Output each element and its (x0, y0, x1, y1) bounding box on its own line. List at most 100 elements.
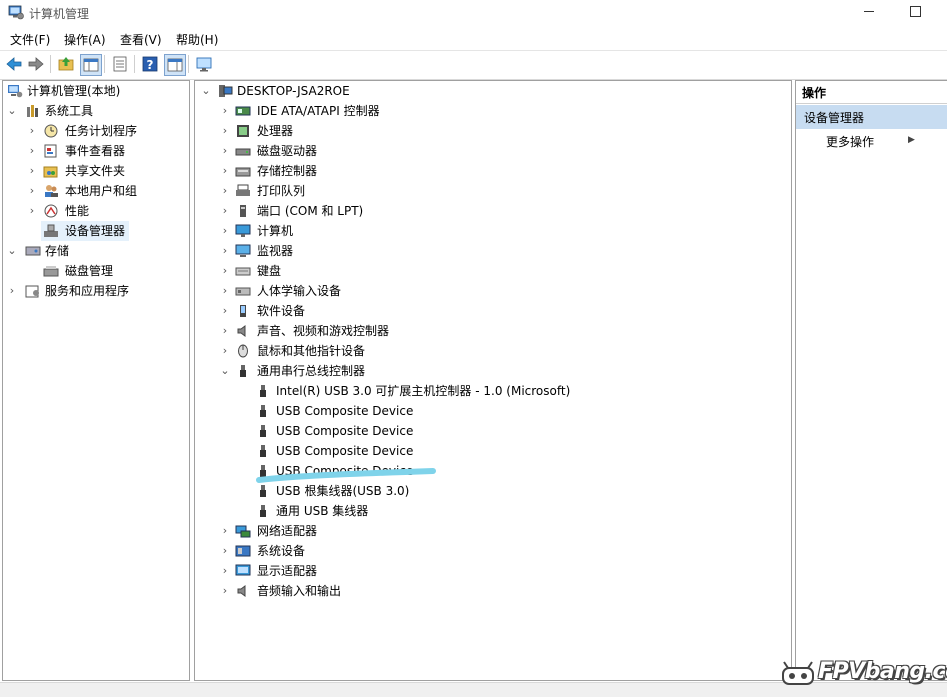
actions-section-device-manager[interactable]: 设备管理器 (796, 105, 947, 129)
users-icon (45, 185, 58, 197)
console-tree-pane: 计算机管理(本地) ⌄ 系统工具 › 任务计划程序 › 事件查看器 › 共享文件… (2, 80, 190, 681)
watermark: FPVbang.com (778, 656, 947, 692)
device-category-label: 人体学输入设备 (257, 284, 342, 298)
menu-help[interactable]: 帮助(H) (176, 31, 218, 48)
tree-item-shared-folders[interactable]: › 共享文件夹 (3, 161, 189, 181)
tree-item-services-apps[interactable]: › 服务和应用程序 (3, 281, 189, 301)
chevron-right-icon[interactable]: › (27, 121, 37, 141)
tree-item-storage[interactable]: ⌄ 存储 (3, 241, 189, 261)
tree-item-local-users[interactable]: › 本地用户和组 (3, 181, 189, 201)
chevron-right-icon[interactable]: › (27, 141, 37, 161)
device-category[interactable]: › 音频输入和输出 (195, 581, 785, 601)
chevron-right-icon[interactable]: › (220, 181, 230, 201)
forward-arrow-icon[interactable] (26, 54, 46, 74)
device-manager-icon (44, 224, 58, 237)
usb-device-icon (260, 385, 266, 397)
device-category[interactable]: › IDE ATA/ATAPI 控制器 (195, 101, 785, 121)
disk-drive-icon (235, 148, 251, 156)
chevron-right-icon[interactable]: › (220, 141, 230, 161)
device-category[interactable]: › 声音、视频和游戏控制器 (195, 321, 785, 341)
chevron-right-icon[interactable]: › (27, 201, 37, 221)
device-category[interactable]: › 存储控制器 (195, 161, 785, 181)
tree-item-performance[interactable]: › 性能 (3, 201, 189, 221)
chevron-down-icon[interactable]: ⌄ (7, 101, 17, 121)
tree-item-label: 任务计划程序 (65, 124, 138, 138)
device-category-label: 计算机 (257, 224, 294, 238)
chevron-right-icon[interactable]: › (220, 541, 230, 561)
chevron-right-icon[interactable]: › (220, 161, 230, 181)
chevron-right-icon[interactable]: › (220, 581, 230, 601)
chevron-right-icon[interactable]: › (220, 321, 230, 341)
up-folder-icon[interactable] (56, 54, 76, 74)
properties-icon[interactable] (110, 54, 130, 74)
menu-file[interactable]: 文件(F) (10, 31, 50, 48)
menu-view[interactable]: 查看(V) (120, 31, 162, 48)
more-actions-link[interactable]: 更多操作 (826, 133, 874, 150)
tree-item-label: 共享文件夹 (65, 164, 126, 178)
device-category[interactable]: › 处理器 (195, 121, 785, 141)
device-category[interactable]: › 监视器 (195, 241, 785, 261)
display-adapter-icon (235, 564, 251, 576)
chevron-right-icon[interactable]: › (220, 521, 230, 541)
maximize-button[interactable] (898, 0, 934, 24)
tree-item-system-tools[interactable]: ⌄ 系统工具 (3, 101, 189, 121)
chevron-right-icon[interactable]: › (220, 241, 230, 261)
device-category[interactable]: › 软件设备 (195, 301, 785, 321)
window-title: 计算机管理 (29, 7, 90, 21)
usb-device-item[interactable]: USB Composite Device (195, 441, 785, 461)
chevron-right-icon[interactable]: › (220, 121, 230, 141)
minimize-button[interactable] (852, 0, 888, 24)
show-hide-tree-icon[interactable] (80, 54, 102, 76)
chevron-right-icon[interactable]: › (220, 341, 230, 361)
usb-device-item[interactable]: Intel(R) USB 3.0 可扩展主机控制器 - 1.0 (Microso… (195, 381, 785, 401)
help-icon[interactable]: ? (140, 54, 160, 74)
device-category[interactable]: › 键盘 (195, 261, 785, 281)
chevron-right-icon[interactable]: › (220, 561, 230, 581)
chevron-right-icon[interactable]: › (220, 221, 230, 241)
chevron-right-icon[interactable]: › (220, 101, 230, 121)
device-category-label: 端口 (COM 和 LPT) (257, 204, 364, 218)
monitor-icon[interactable] (194, 54, 214, 74)
device-category[interactable]: › 系统设备 (195, 541, 785, 561)
device-category[interactable]: ⌄ 通用串行总线控制器 (195, 361, 785, 381)
device-category[interactable]: › 磁盘驱动器 (195, 141, 785, 161)
svg-text:?: ? (147, 58, 154, 72)
chevron-right-icon[interactable]: › (27, 161, 37, 181)
chevron-right-icon[interactable]: › (7, 281, 17, 301)
chevron-down-icon[interactable]: ⌄ (7, 241, 17, 261)
title-bar: 计算机管理 (0, 0, 947, 26)
usb-device-icon (260, 445, 266, 457)
device-category[interactable]: › 端口 (COM 和 LPT) (195, 201, 785, 221)
device-category[interactable]: › 显示适配器 (195, 561, 785, 581)
device-category[interactable]: › 打印队列 (195, 181, 785, 201)
chevron-right-icon[interactable]: › (220, 281, 230, 301)
tree-item-device-manager[interactable]: 设备管理器 (41, 221, 129, 241)
more-actions-arrow-icon: ▶ (908, 135, 915, 145)
audio-io-icon (237, 585, 246, 597)
chevron-right-icon[interactable]: › (220, 261, 230, 281)
usb-device-item[interactable]: 通用 USB 集线器 (195, 501, 785, 521)
tree-item-event-viewer[interactable]: › 事件查看器 (3, 141, 189, 161)
tree-item-disk-management[interactable]: 磁盘管理 (3, 261, 189, 281)
tree-item-task-scheduler[interactable]: › 任务计划程序 (3, 121, 189, 141)
chevron-down-icon[interactable]: ⌄ (201, 81, 211, 101)
chevron-down-icon[interactable]: ⌄ (220, 361, 230, 381)
chevron-right-icon[interactable]: › (220, 201, 230, 221)
device-category[interactable]: › 网络适配器 (195, 521, 785, 541)
action-pane-icon[interactable] (164, 54, 186, 76)
device-category[interactable]: › 鼠标和其他指针设备 (195, 341, 785, 361)
usb-device-item[interactable]: USB Composite Device (195, 421, 785, 441)
tree-item-computer[interactable]: ⌄ DESKTOP-JSA2ROE (195, 81, 785, 101)
tree-item-root[interactable]: 计算机管理(本地) (3, 81, 189, 101)
menu-action[interactable]: 操作(A) (64, 31, 106, 48)
device-category-label: 打印队列 (257, 184, 306, 198)
device-category[interactable]: › 计算机 (195, 221, 785, 241)
usb-device-item[interactable]: USB Composite Device (195, 401, 785, 421)
chevron-right-icon[interactable]: › (220, 301, 230, 321)
device-category[interactable]: › 人体学输入设备 (195, 281, 785, 301)
minimize-icon (864, 11, 874, 12)
processor-icon (237, 125, 249, 137)
back-arrow-icon[interactable] (4, 54, 24, 74)
computer-tower-icon (219, 85, 233, 97)
chevron-right-icon[interactable]: › (27, 181, 37, 201)
